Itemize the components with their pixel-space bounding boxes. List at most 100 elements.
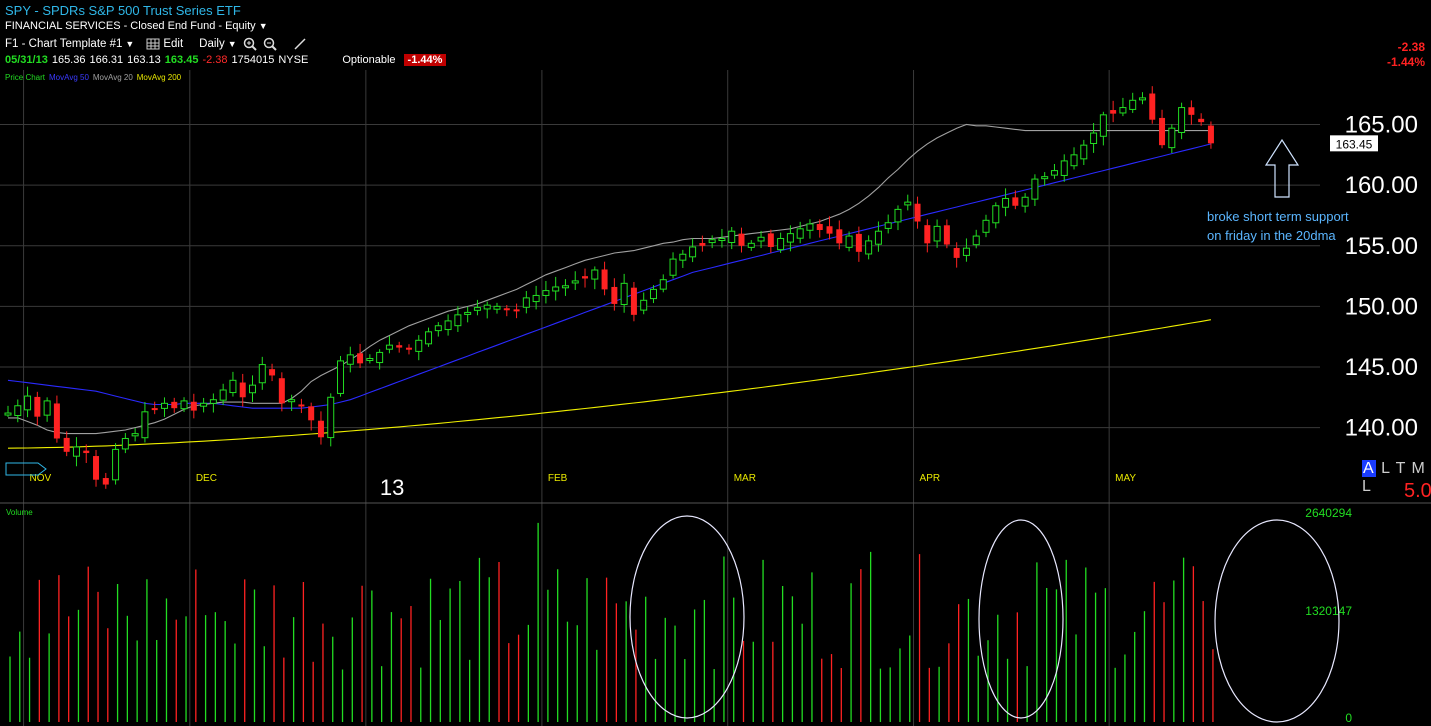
candle-body <box>288 399 296 403</box>
candle-body <box>43 400 51 416</box>
candle-body <box>1099 114 1107 137</box>
scroll-left-icon <box>5 462 47 476</box>
candle <box>298 398 305 414</box>
candle-body <box>190 401 197 411</box>
candle-body <box>454 314 462 327</box>
candle-body <box>718 237 726 242</box>
candle <box>767 229 774 253</box>
candle <box>376 349 384 370</box>
candle <box>611 278 618 311</box>
candle-body <box>640 299 648 311</box>
candle-body <box>728 230 736 244</box>
y-tick-label: 140.00 <box>1345 415 1418 442</box>
y-tick-label: 145.00 <box>1345 354 1418 381</box>
candle <box>160 397 168 417</box>
annotations: broke short term support on friday in the… <box>629 138 1349 723</box>
candle <box>904 194 912 211</box>
candle-body <box>1070 154 1078 167</box>
candle-body <box>1002 197 1010 208</box>
volume-highlight-ellipse <box>1214 519 1340 723</box>
candle-body <box>72 446 80 457</box>
candle <box>434 322 442 337</box>
candle <box>669 252 677 279</box>
candle-body <box>865 240 873 255</box>
candle-body <box>1041 176 1049 180</box>
candle-body <box>1168 127 1176 149</box>
candle <box>943 219 950 249</box>
candle-body <box>1129 99 1137 110</box>
candle-body <box>747 242 755 248</box>
candle <box>982 214 990 238</box>
volume-highlight-ellipse <box>629 515 745 719</box>
candle-body <box>160 402 168 409</box>
ma50-line <box>7 143 1212 409</box>
candle-body <box>924 225 931 244</box>
candle <box>1198 113 1205 126</box>
candle-body <box>366 357 374 361</box>
candle-body <box>669 258 677 276</box>
candle-body <box>591 269 599 280</box>
candle-body <box>777 237 785 251</box>
candle-body <box>943 225 950 245</box>
candle <box>444 314 452 336</box>
price-chart[interactable]: 165.00 160.00 155.00 150.00 145.00 140.00 163.… <box>0 0 1431 726</box>
candle <box>209 393 217 413</box>
candle-body <box>1178 107 1186 133</box>
month-label: FEB <box>548 473 568 484</box>
candle <box>1188 100 1195 125</box>
candle-body <box>434 325 442 332</box>
candle <box>679 249 687 268</box>
candle <box>93 449 100 487</box>
candle-body <box>1207 125 1214 144</box>
alt-label-a[interactable]: A <box>1362 460 1376 477</box>
candle-body <box>171 401 178 409</box>
candle-body <box>836 229 843 244</box>
candle-body <box>405 347 412 350</box>
candle <box>718 228 726 248</box>
candle <box>4 405 12 417</box>
candle-body <box>796 228 804 239</box>
candle <box>385 335 393 354</box>
volume-axis-label: 2640294 <box>1305 506 1352 520</box>
candle-body <box>630 287 637 315</box>
candle-body <box>933 225 941 242</box>
candle <box>1031 174 1039 206</box>
candle-body <box>874 230 882 245</box>
candle-body <box>239 382 246 398</box>
candle-body <box>659 279 667 290</box>
candle-body <box>1159 117 1166 146</box>
candle <box>542 280 550 304</box>
candle-body <box>1050 170 1058 176</box>
candle <box>992 202 1000 229</box>
candle-body <box>816 224 823 230</box>
candle <box>836 220 843 250</box>
candle-body <box>308 406 315 421</box>
candle-body <box>561 285 569 289</box>
candle <box>396 341 403 353</box>
candle-body <box>200 402 208 407</box>
candle-body <box>914 203 921 222</box>
candle-body <box>180 400 188 410</box>
candle <box>747 240 755 251</box>
candle-body <box>620 282 628 305</box>
candle-body <box>357 353 364 364</box>
candle-body <box>962 247 970 256</box>
month-label: MAR <box>734 473 756 484</box>
candle-body <box>992 205 1000 224</box>
y-tick-label: 150.00 <box>1345 293 1418 320</box>
candle <box>327 393 335 447</box>
candle-body <box>14 405 22 417</box>
ma20-line <box>8 123 1211 435</box>
candle <box>796 221 804 244</box>
candle-body <box>298 404 305 407</box>
candle <box>826 216 833 240</box>
candle <box>933 219 941 248</box>
volume-axis-label: 1320147 <box>1305 604 1352 618</box>
candle-body <box>131 433 139 437</box>
candle-body <box>855 233 862 252</box>
last-price-label: 163.45 <box>1336 137 1373 151</box>
candle <box>601 261 608 296</box>
candle <box>1090 123 1098 153</box>
candle-body <box>229 379 237 394</box>
candle-body <box>982 219 990 233</box>
